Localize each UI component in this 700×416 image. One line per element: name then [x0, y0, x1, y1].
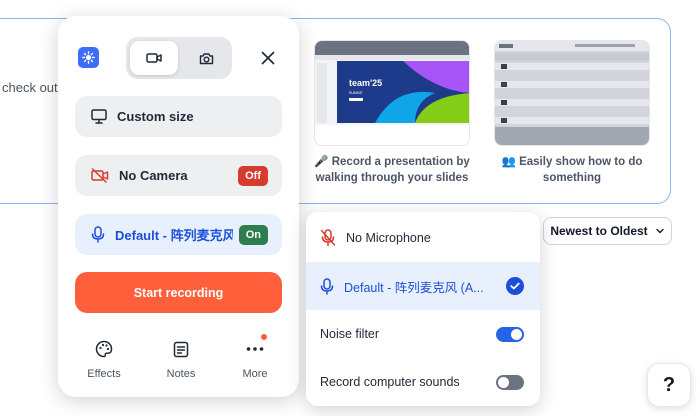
checkmark-icon — [506, 277, 524, 295]
more-button[interactable]: More — [230, 338, 280, 380]
app-logo-icon — [78, 47, 99, 68]
slide-title: team'25 — [349, 78, 382, 88]
camera-off-icon — [91, 168, 109, 183]
notes-button[interactable]: Notes — [156, 338, 206, 380]
capture-mode-toggle — [126, 37, 232, 79]
slide-subtitle: SUMMIT — [349, 91, 364, 95]
noise-filter-toggle[interactable] — [496, 327, 524, 342]
noise-filter-option: Noise filter — [306, 310, 540, 358]
notes-label: Notes — [166, 368, 196, 380]
more-label: More — [242, 368, 268, 380]
microphone-status-badge[interactable]: On — [238, 225, 268, 245]
notification-dot — [261, 334, 267, 340]
help-button[interactable]: ? — [647, 363, 691, 407]
notes-icon — [173, 341, 189, 357]
intro-text: check out — [2, 80, 58, 95]
close-icon — [261, 51, 275, 65]
presentation-thumbnail[interactable]: team'25 SUMMIT — [314, 40, 470, 146]
default-microphone-option[interactable]: Default - 阵列麦克风 (A... — [306, 262, 540, 310]
camera-label: No Camera — [119, 168, 188, 183]
microphone-off-icon — [320, 229, 336, 247]
palette-icon — [95, 340, 113, 358]
recorder-panel: Custom size No Camera Off Default - 阵列麦克… — [58, 16, 299, 397]
video-camera-icon — [146, 53, 162, 63]
camera-selector[interactable]: No Camera Off — [75, 155, 282, 196]
presentation-thumbnail-image: team'25 SUMMIT — [315, 41, 469, 145]
close-button[interactable] — [258, 48, 278, 68]
default-microphone-label: Default - 阵列麦克风 (A... — [344, 280, 484, 295]
microphone-icon — [320, 277, 334, 295]
microphone-label: Default - 阵列麦克风 (A... — [115, 228, 233, 243]
tutorial-thumbnail-image — [495, 41, 649, 145]
screen-size-selector[interactable]: Custom size — [75, 96, 282, 137]
photo-camera-icon — [199, 52, 213, 64]
tutorial-caption: 👥 Easily show how to do something — [501, 156, 643, 184]
camera-status-badge[interactable]: Off — [238, 166, 268, 186]
sort-label: Newest to Oldest — [550, 224, 648, 238]
effects-label: Effects — [87, 368, 121, 380]
tutorial-thumbnail[interactable] — [494, 40, 650, 146]
computer-sounds-toggle[interactable] — [496, 375, 524, 390]
computer-sounds-option: Record computer sounds — [306, 358, 540, 406]
no-microphone-option[interactable]: No Microphone — [306, 214, 540, 262]
video-mode-button[interactable] — [130, 41, 178, 75]
chevron-down-icon — [655, 228, 664, 234]
more-dots-icon — [246, 347, 264, 351]
monitor-icon — [91, 109, 107, 124]
effects-button[interactable]: Effects — [79, 338, 129, 380]
screen-size-label: Custom size — [117, 109, 194, 124]
microphone-selector[interactable]: Default - 阵列麦克风 (A... On — [75, 214, 282, 255]
start-recording-button[interactable]: Start recording — [75, 272, 282, 313]
sort-dropdown[interactable]: Newest to Oldest — [543, 217, 672, 245]
photo-mode-button[interactable] — [182, 41, 230, 75]
microphone-icon — [91, 226, 105, 243]
presentation-caption: 🎤 Record a presentation by walking throu… — [314, 156, 470, 184]
computer-sounds-label: Record computer sounds — [320, 375, 460, 389]
microphone-menu: No Microphone Default - 阵列麦克风 (A... Nois… — [306, 212, 540, 406]
noise-filter-label: Noise filter — [320, 327, 380, 341]
no-microphone-label: No Microphone — [346, 231, 431, 245]
